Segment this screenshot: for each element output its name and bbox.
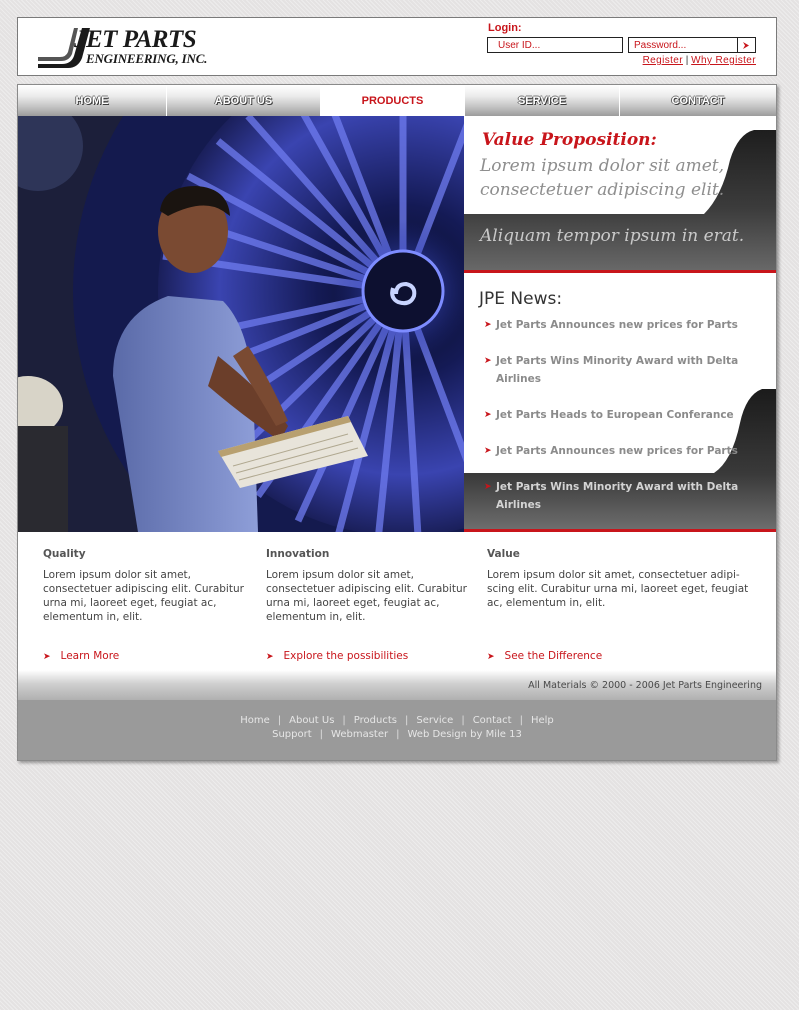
news-item[interactable]: ➤ Jet Parts Wins Minority Award with Del… bbox=[484, 478, 766, 514]
footer-link-contact[interactable]: Contact bbox=[473, 715, 512, 726]
copyright-text: All Materials © 2000 - 2006 Jet Parts En… bbox=[528, 680, 762, 691]
column-link-label: Learn More bbox=[60, 650, 120, 662]
logo-text-engineering: ENGINEERING, INC. bbox=[86, 51, 208, 66]
copyright-bar: All Materials © 2000 - 2006 Jet Parts En… bbox=[18, 670, 776, 700]
footer-link-service[interactable]: Service bbox=[416, 715, 453, 726]
footer-links-primary: Home | About Us | Products | Service | Contact | H… bbox=[18, 715, 776, 726]
arrow-bullet-icon: ➤ bbox=[43, 652, 51, 662]
arrow-bullet-icon: ➤ bbox=[484, 356, 492, 366]
value-prop-body: Lorem ipsum dolor sit amet, consectetuer… bbox=[480, 156, 725, 200]
arrow-bullet-icon: ➤ bbox=[484, 410, 492, 420]
header-link-separator: | bbox=[685, 55, 689, 66]
news-panel: JPE News: ➤ Jet Parts Announces new pric… bbox=[464, 273, 776, 532]
hero-photo-jet-engine-inspection bbox=[18, 116, 464, 532]
column-text: Lorem ipsum dolor sit amet, consectetuer… bbox=[266, 569, 467, 623]
footer-separator: | bbox=[319, 729, 324, 740]
footer-link-support[interactable]: Support bbox=[272, 729, 312, 740]
column-link-label: Explore the possibilities bbox=[283, 650, 409, 662]
footer-separator: | bbox=[519, 715, 523, 726]
arrow-bullet-icon: ➤ bbox=[484, 482, 492, 492]
news-item[interactable]: ➤ Jet Parts Announces new prices for Par… bbox=[484, 316, 766, 334]
nav-home[interactable]: HOME bbox=[18, 85, 167, 116]
header: JET PARTS ENGINEERING, INC. Login: Regis… bbox=[17, 17, 777, 76]
main-nav: HOME ABOUT US PRODUCTS SERVICE CONTACT bbox=[18, 85, 776, 116]
news-item-text: Jet Parts Announces new prices for Parts bbox=[496, 319, 738, 331]
column-title: Quality bbox=[43, 548, 86, 560]
login-label: Login: bbox=[488, 22, 522, 34]
news-item[interactable]: ➤ Jet Parts Announces new prices for Par… bbox=[484, 442, 766, 460]
footer-separator: | bbox=[277, 715, 282, 726]
footer-separator: | bbox=[396, 729, 400, 740]
footer-separator: | bbox=[461, 715, 465, 726]
value-prop-title: Value Proposition: bbox=[482, 130, 657, 150]
column-title: Value bbox=[487, 548, 520, 560]
news-item[interactable]: ➤ Jet Parts Heads to European Conferance bbox=[484, 406, 766, 424]
nav-about-us[interactable]: ABOUT US bbox=[167, 85, 321, 116]
login-submit-button[interactable] bbox=[737, 37, 756, 53]
footer-link-home[interactable]: Home bbox=[240, 715, 270, 726]
company-logo[interactable]: JET PARTS ENGINEERING, INC. bbox=[38, 26, 220, 70]
column-title: Innovation bbox=[266, 548, 330, 560]
news-item[interactable]: ➤ Jet Parts Wins Minority Award with Del… bbox=[484, 352, 766, 388]
arrow-bullet-icon: ➤ bbox=[484, 320, 492, 330]
user-id-input[interactable] bbox=[487, 37, 623, 53]
main-panel: HOME ABOUT US PRODUCTS SERVICE CONTACT V… bbox=[17, 84, 777, 761]
news-list: ➤ Jet Parts Announces new prices for Par… bbox=[484, 316, 766, 532]
logo-text-jet-parts: JET PARTS bbox=[74, 26, 197, 53]
arrow-bullet-icon: ➤ bbox=[487, 652, 495, 662]
value-proposition-panel: Value Proposition: Lorem ipsum dolor sit… bbox=[464, 116, 776, 273]
learn-more-link[interactable]: ➤ Learn More bbox=[43, 650, 119, 662]
footer-separator: | bbox=[404, 715, 409, 726]
footer: Home | About Us | Products | Service | Contact | H… bbox=[18, 700, 776, 760]
column-link-label: See the Difference bbox=[504, 650, 603, 662]
explore-possibilities-link[interactable]: ➤ Explore the possibilities bbox=[266, 650, 408, 662]
why-register-link[interactable]: Why Register bbox=[691, 55, 756, 66]
value-prop-footer: Aliquam tempor ipsum in erat. bbox=[480, 226, 745, 246]
value-column: Value Lorem ipsum dolor sit amet, consec… bbox=[487, 548, 762, 662]
news-item-text: Jet Parts Wins Minority Award with Delta… bbox=[496, 355, 739, 385]
footer-link-help[interactable]: Help bbox=[531, 715, 554, 726]
news-item-text: Jet Parts Announces new prices for Parts bbox=[496, 445, 738, 457]
news-title: JPE News: bbox=[479, 289, 563, 309]
arrow-bullet-icon: ➤ bbox=[484, 446, 492, 456]
innovation-column: Innovation Lorem ipsum dolor sit amet, c… bbox=[266, 548, 471, 662]
footer-link-products[interactable]: Products bbox=[354, 715, 397, 726]
footer-link-web-design[interactable]: Web Design by Mile 13 bbox=[407, 729, 521, 740]
column-text: Lorem ipsum dolor sit amet, consectetuer… bbox=[487, 569, 749, 609]
news-item-text: Jet Parts Wins Minority Award with Delta… bbox=[496, 481, 739, 511]
see-difference-link[interactable]: ➤ See the Difference bbox=[487, 650, 602, 662]
nav-products[interactable]: PRODUCTS bbox=[321, 85, 465, 116]
password-input[interactable] bbox=[628, 37, 738, 53]
quality-column: Quality Lorem ipsum dolor sit amet, cons… bbox=[43, 548, 248, 662]
footer-links-secondary: Support | Webmaster | Web Design by Mile 13 bbox=[18, 729, 776, 740]
nav-service[interactable]: SERVICE bbox=[465, 85, 620, 116]
nav-contact[interactable]: CONTACT bbox=[620, 85, 776, 116]
footer-separator: | bbox=[342, 715, 346, 726]
header-links: Register | Why Register bbox=[643, 55, 756, 66]
arrow-bullet-icon: ➤ bbox=[266, 652, 274, 662]
footer-link-webmaster[interactable]: Webmaster bbox=[331, 729, 388, 740]
column-text: Lorem ipsum dolor sit amet, consectetuer… bbox=[43, 569, 244, 623]
footer-link-about-us[interactable]: About Us bbox=[289, 715, 334, 726]
news-item-text: Jet Parts Heads to European Conferance bbox=[496, 409, 734, 421]
arrow-right-icon bbox=[743, 41, 749, 49]
register-link[interactable]: Register bbox=[643, 55, 683, 66]
